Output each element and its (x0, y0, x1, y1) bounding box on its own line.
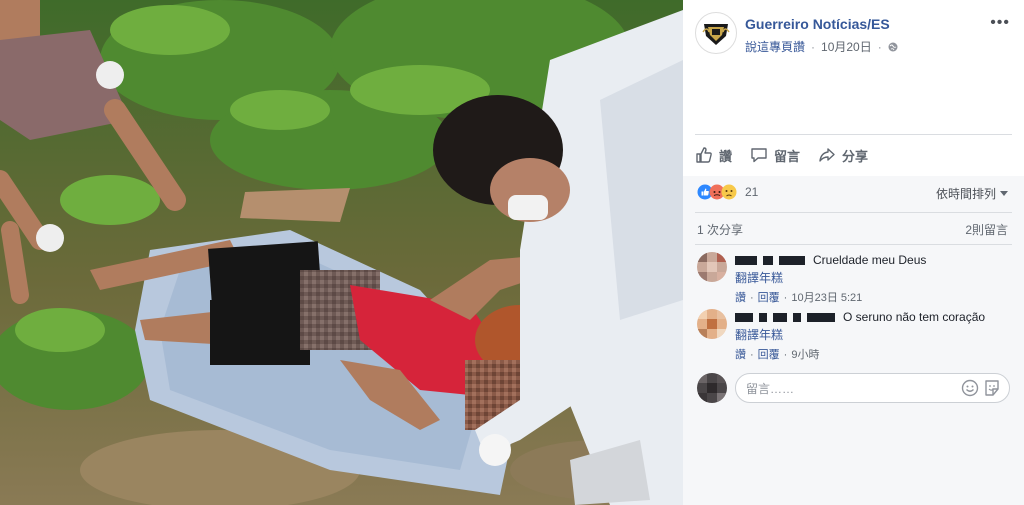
separator-dot: · (877, 39, 882, 54)
share-label: 分享 (842, 148, 869, 164)
post-subline: 說這專頁讚 · 10月20日 · (745, 38, 898, 55)
comment-meta: 讚 · 回覆 · 10月23日 5:21 (735, 290, 926, 306)
pixelated-avatar (697, 309, 727, 339)
comment-body: O seruno não tem coração 翻譯年糕 讚 · 回覆 · 9… (735, 309, 985, 363)
redacted-name[interactable] (735, 312, 753, 322)
like-page-link[interactable]: 說這專頁讚 (745, 38, 805, 55)
comment-icon (751, 148, 767, 163)
chevron-down-icon (1000, 190, 1008, 196)
comment-time[interactable]: 10月23日 5:21 (791, 290, 862, 306)
emoji-icon[interactable] (961, 379, 979, 397)
sort-label: 依時間排列 (935, 187, 996, 201)
photo-scene (0, 0, 683, 505)
comment-item: O seruno não tem coração 翻譯年糕 讚 · 回覆 · 9… (697, 309, 1010, 363)
sticker-icon[interactable] (983, 379, 1001, 397)
post-date[interactable]: 10月20日 (821, 38, 872, 55)
reaction-count: 21 (745, 185, 759, 199)
separator-dot: · (811, 39, 816, 54)
separator-dot: · (750, 292, 754, 304)
divider (695, 134, 1012, 135)
comment-text: O seruno não tem coração (843, 310, 986, 324)
translate-link[interactable]: 翻譯年糕 (735, 327, 985, 343)
avatar[interactable] (697, 252, 727, 282)
divider (695, 244, 1012, 245)
divider (695, 212, 1012, 213)
comment-item: Crueldade meu Deus 翻譯年糕 讚 · 回覆 · 10月23日 … (697, 252, 1010, 306)
sad-icon (721, 184, 737, 200)
comment-count[interactable]: 2則留言 (965, 221, 1008, 238)
reactions-summary[interactable]: 21 (697, 184, 758, 200)
post-sidebar: Guerreiro Notícias/ES 說這專頁讚 · 10月20日 · •… (683, 0, 1024, 505)
comment-input-placeholder: 留言…… (746, 381, 795, 396)
comment-label: 留言 (774, 148, 801, 164)
redacted-name (779, 255, 805, 265)
comment-composer: 留言…… (697, 373, 1010, 403)
comment-meta: 讚 · 回覆 · 9小時 (735, 347, 985, 363)
share-icon (819, 148, 835, 162)
post-photo[interactable] (0, 0, 683, 505)
redacted-name (807, 312, 835, 322)
globe-icon (888, 42, 898, 51)
comment-text: Crueldade meu Deus (813, 253, 927, 267)
redacted-name (759, 312, 767, 322)
post-actions: 讚 留言 分享 (695, 140, 1012, 170)
like-label: 讚 (719, 148, 733, 164)
avatar (697, 373, 727, 403)
comment-line: O seruno não tem coração (735, 309, 985, 325)
comment-body: Crueldade meu Deus 翻譯年糕 讚 · 回覆 · 10月23日 … (735, 252, 926, 306)
thumbs-up-icon (696, 147, 712, 163)
comment-reply-link[interactable]: 回覆 (758, 347, 780, 363)
redacted-name (773, 312, 787, 322)
pixelated-avatar (697, 373, 727, 403)
separator-dot: · (750, 349, 754, 361)
pixelated-avatar (697, 252, 727, 282)
more-options-button[interactable]: ••• (990, 14, 1010, 32)
page-avatar[interactable] (695, 12, 737, 54)
page-name-link[interactable]: Guerreiro Notícias/ES (745, 16, 890, 32)
avatar[interactable] (697, 309, 727, 339)
separator-dot: · (783, 349, 788, 361)
redacted-name[interactable] (735, 255, 757, 265)
comment-like-link[interactable]: 讚 (735, 290, 746, 306)
redacted-name (793, 312, 801, 322)
reaction-icons (697, 184, 737, 200)
comment-input[interactable]: 留言…… (735, 373, 1010, 403)
share-button[interactable]: 分享 (818, 146, 868, 165)
comment-time[interactable]: 9小時 (791, 347, 819, 363)
separator-dot: · (783, 292, 788, 304)
comment-button[interactable]: 留言 (750, 146, 800, 165)
share-count[interactable]: 1 次分享 (697, 221, 743, 238)
post-stats: 1 次分享 2則留言 (697, 221, 1008, 238)
like-button[interactable]: 讚 (695, 146, 732, 165)
comment-reply-link[interactable]: 回覆 (758, 290, 780, 306)
comment-line: Crueldade meu Deus (735, 252, 926, 268)
sort-dropdown[interactable]: 依時間排列 (936, 185, 1008, 202)
translate-link[interactable]: 翻譯年糕 (735, 270, 926, 286)
post-header: Guerreiro Notícias/ES 說這專頁讚 · 10月20日 · •… (695, 12, 1012, 56)
shield-logo-icon (702, 24, 730, 45)
comment-like-link[interactable]: 讚 (735, 347, 746, 363)
redacted-name (763, 255, 773, 265)
